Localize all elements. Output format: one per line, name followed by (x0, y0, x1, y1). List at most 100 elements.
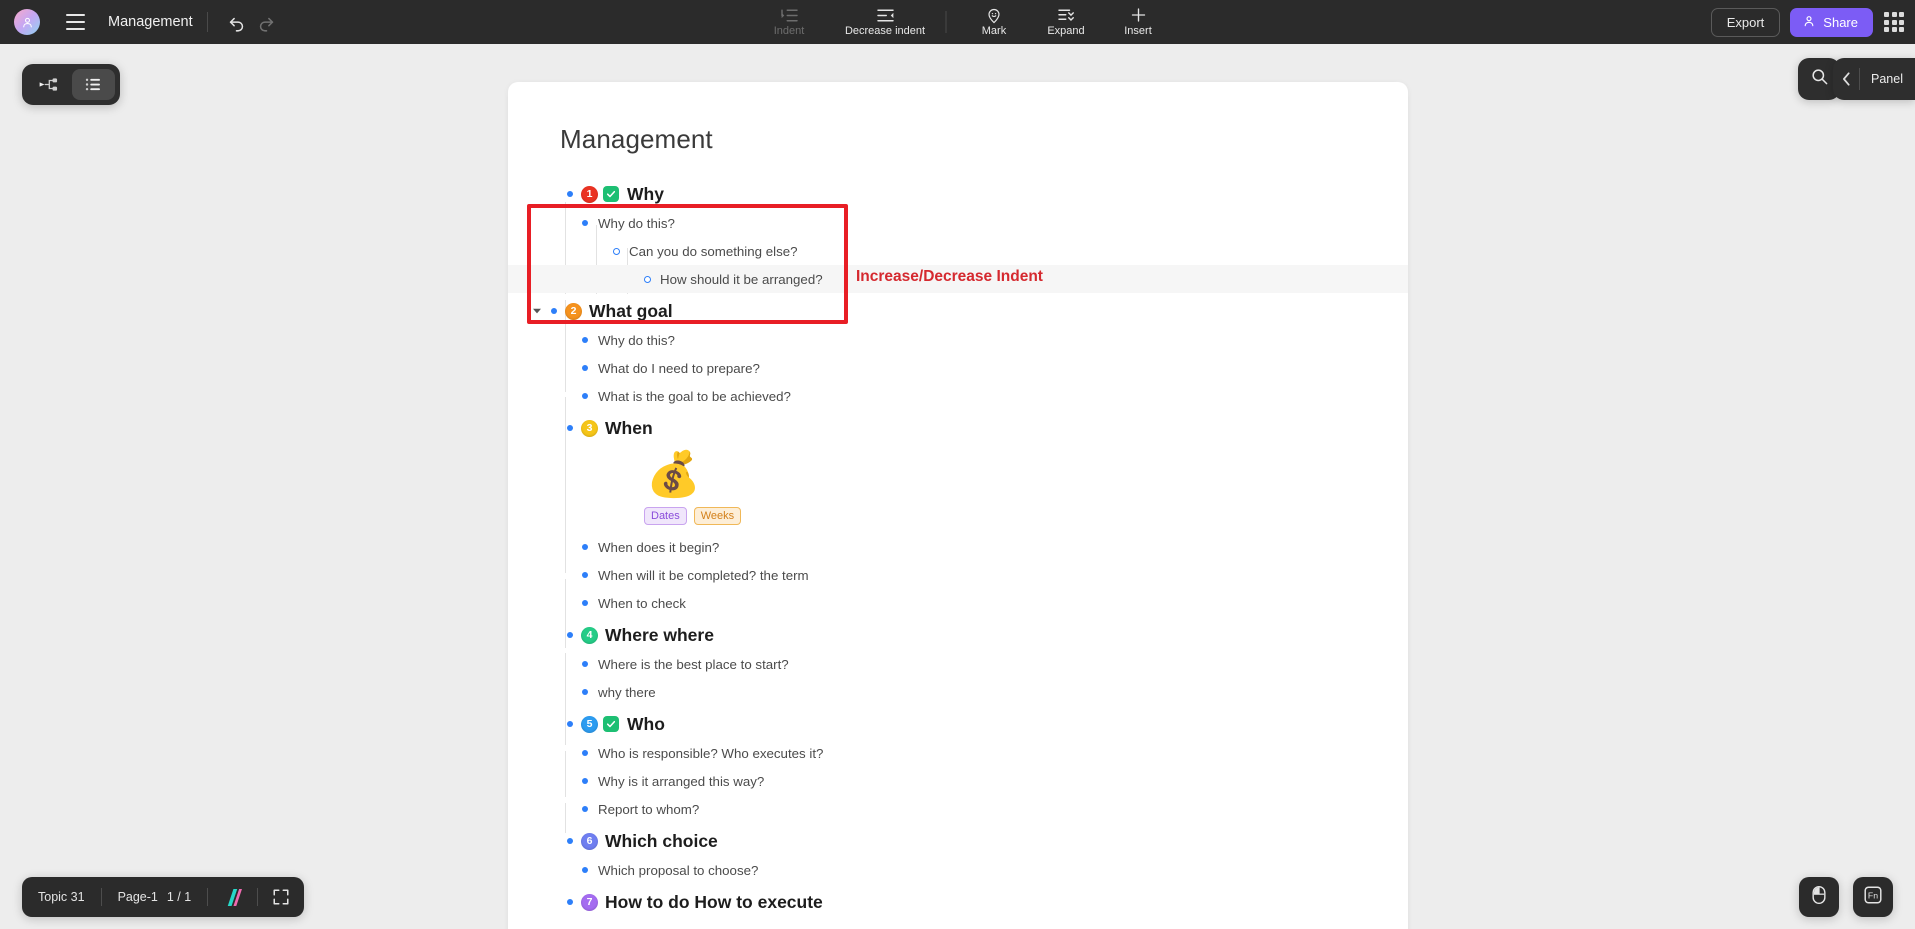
node-text[interactable]: Where is the best place to start? (598, 657, 789, 672)
mouse-pointer-icon (1810, 885, 1828, 910)
topic-count[interactable]: Topic 31 (22, 890, 101, 904)
outline-row[interactable]: Where is the best place to start? (508, 650, 1408, 678)
node-text[interactable]: When to check (598, 596, 686, 611)
node-text[interactable]: When (605, 418, 653, 439)
bullet-icon[interactable] (577, 220, 593, 226)
outline-row[interactable]: What is the goal to be achieved? (508, 382, 1408, 410)
theme-stripes-icon[interactable] (208, 888, 257, 907)
tag-dates[interactable]: Dates (644, 507, 687, 525)
shortcuts-button[interactable]: Fn (1853, 877, 1893, 917)
bullet-icon[interactable] (562, 721, 578, 727)
bullet-icon[interactable] (577, 661, 593, 667)
mindmap-view-icon[interactable] (27, 69, 70, 100)
bullet-icon[interactable] (577, 750, 593, 756)
hamburger-menu-icon[interactable] (58, 5, 92, 39)
node-text[interactable]: Why do this? (598, 333, 675, 348)
outline-row[interactable]: Why do this? (508, 209, 1408, 237)
node-text[interactable]: What goal (589, 301, 673, 322)
fn-key-icon: Fn (1862, 884, 1884, 911)
share-button[interactable]: Share (1790, 7, 1873, 37)
outline-row[interactable]: 5 Who (508, 709, 1408, 739)
indent-button[interactable]: Indent (741, 0, 837, 44)
node-text[interactable]: Why is it arranged this way? (598, 774, 764, 789)
outline-row[interactable]: Which proposal to choose? (508, 856, 1408, 884)
bullet-icon[interactable] (577, 393, 593, 399)
bullet-icon[interactable] (577, 337, 593, 343)
outline-row[interactable]: Can you do something else? (508, 237, 1408, 265)
bullet-icon[interactable] (562, 899, 578, 905)
outline-row[interactable]: When does it begin? (508, 533, 1408, 561)
outline-row[interactable]: 6 Which choice (508, 826, 1408, 856)
node-text[interactable]: Why (627, 184, 664, 205)
expand-button[interactable]: Expand (1030, 0, 1102, 44)
node-text[interactable]: Who (627, 714, 665, 735)
outline-view-icon[interactable] (72, 69, 115, 100)
node-text[interactable]: Who is responsible? Who executes it? (598, 746, 823, 761)
page-title[interactable]: Management (508, 124, 1408, 155)
node-text[interactable]: What do I need to prepare? (598, 361, 760, 376)
bullet-icon[interactable] (562, 191, 578, 197)
outline-row[interactable]: Why is it arranged this way? (508, 767, 1408, 795)
outline-row[interactable]: 2 What goal (508, 296, 1408, 326)
undo-arrow-icon[interactable] (222, 7, 252, 37)
panel-toggle[interactable]: Panel (1833, 58, 1915, 100)
node-text[interactable]: Where where (605, 625, 714, 646)
page-indicator[interactable]: Page-1 1 / 1 (102, 890, 208, 904)
outline-row[interactable]: Why do this? (508, 326, 1408, 354)
node-text[interactable]: Can you do something else? (629, 244, 798, 259)
outline-row[interactable]: why there (508, 678, 1408, 706)
bullet-icon[interactable] (608, 247, 624, 255)
redo-arrow-icon[interactable] (252, 7, 282, 37)
bullet-icon[interactable] (577, 867, 593, 873)
bullet-icon[interactable] (562, 425, 578, 431)
node-text[interactable]: When will it be completed? the term (598, 568, 809, 583)
fullscreen-icon[interactable] (258, 888, 304, 906)
bullet-icon[interactable] (577, 572, 593, 578)
bullet-icon[interactable] (577, 600, 593, 606)
node-text[interactable]: Why do this? (598, 216, 675, 231)
checkbox-checked-icon[interactable] (603, 716, 619, 732)
export-button[interactable]: Export (1710, 7, 1781, 37)
bullet-icon[interactable] (577, 778, 593, 784)
outline-row[interactable]: 1 Why (508, 179, 1408, 209)
outline-row[interactable]: 3 When (508, 413, 1408, 443)
mouse-mode-button[interactable] (1799, 877, 1839, 917)
node-text[interactable]: why there (598, 685, 656, 700)
plus-insert-icon (1129, 7, 1147, 24)
node-text[interactable]: When does it begin? (598, 540, 719, 555)
bullet-icon[interactable] (577, 365, 593, 371)
collapse-caret-icon[interactable] (530, 304, 544, 318)
node-text[interactable]: How to do How to execute (605, 892, 823, 913)
page-label: Page-1 (117, 890, 158, 904)
bullet-icon[interactable] (546, 308, 562, 314)
chevron-left-icon[interactable] (1833, 72, 1859, 86)
node-text[interactable]: Which choice (605, 831, 718, 852)
outline-row[interactable]: What do I need to prepare? (508, 354, 1408, 382)
money-bag-emoji[interactable]: 💰 (508, 449, 1408, 501)
bullet-icon[interactable] (562, 838, 578, 844)
bullet-icon[interactable] (639, 275, 655, 283)
outline-row[interactable]: Report to whom? (508, 795, 1408, 823)
outline-row[interactable]: Who is responsible? Who executes it? (508, 739, 1408, 767)
node-text[interactable]: Report to whom? (598, 802, 699, 817)
decrease-indent-button[interactable]: Decrease indent (837, 0, 933, 44)
tag-weeks[interactable]: Weeks (693, 507, 742, 525)
mark-button[interactable]: Mark (958, 0, 1030, 44)
bullet-icon[interactable] (577, 689, 593, 695)
node-text[interactable]: What is the goal to be achieved? (598, 389, 791, 404)
apps-grid-icon[interactable] (1883, 11, 1905, 33)
bullet-icon[interactable] (562, 632, 578, 638)
outline-row[interactable]: When to check (508, 589, 1408, 617)
node-text[interactable]: How should it be arranged? (660, 272, 823, 287)
outline-row[interactable]: 4 Where where (508, 620, 1408, 650)
node-text[interactable]: Which proposal to choose? (598, 863, 758, 878)
document-title-breadcrumb[interactable]: Management (108, 14, 193, 30)
checkbox-checked-icon[interactable] (603, 186, 619, 202)
bullet-icon[interactable] (577, 806, 593, 812)
bullet-icon[interactable] (577, 544, 593, 550)
outline-row[interactable]: 7 How to do How to execute (508, 887, 1408, 917)
user-avatar-icon[interactable] (14, 9, 40, 35)
insert-button[interactable]: Insert (1102, 0, 1174, 44)
tag-list: Dates Weeks (508, 507, 1408, 525)
outline-row[interactable]: When will it be completed? the term (508, 561, 1408, 589)
